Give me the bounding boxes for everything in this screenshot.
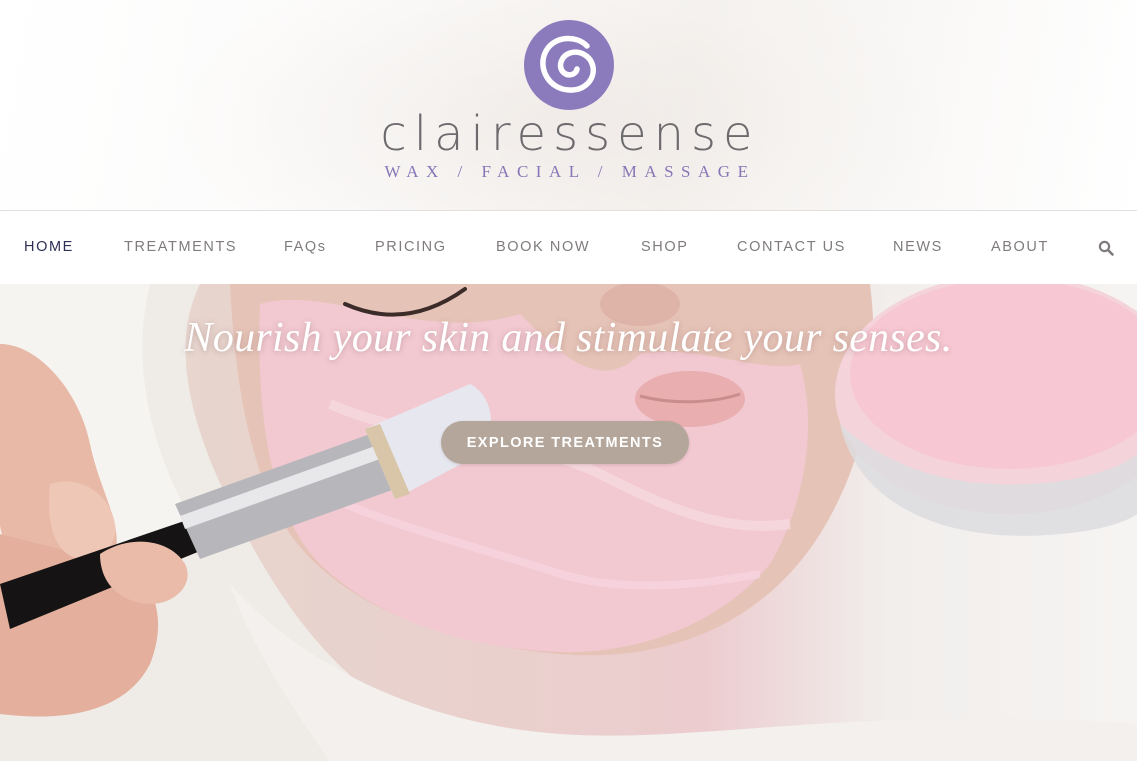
nav-item-shop[interactable]: SHOP (641, 211, 689, 284)
nav-item-book-now[interactable]: BOOK NOW (496, 211, 590, 284)
nav-item-pricing[interactable]: PRICING (375, 211, 447, 284)
nav-item-contact-us[interactable]: CONTACT US (737, 211, 846, 284)
brand-name: clairessense (380, 106, 760, 162)
brand-tagline: WAX / FACIAL / MASSAGE (384, 162, 756, 181)
nav-item-treatments[interactable]: TREATMENTS (124, 211, 237, 284)
hero-headline: Nourish your skin and stimulate your sen… (184, 315, 953, 361)
hero-banner: Nourish your skin and stimulate your sen… (0, 284, 1137, 761)
search-icon[interactable] (1098, 240, 1114, 256)
nav-item-faqs[interactable]: FAQs (284, 211, 327, 284)
nav-item-home[interactable]: HOME (24, 211, 74, 284)
brand-logo[interactable]: clairessense WAX / FACIAL / MASSAGE (0, 0, 1137, 210)
swirl-logo-icon (524, 20, 614, 110)
nav-item-about[interactable]: ABOUT (991, 211, 1049, 284)
site-header: clairessense WAX / FACIAL / MASSAGE (0, 0, 1137, 210)
nav-item-news[interactable]: NEWS (893, 211, 943, 284)
explore-treatments-button[interactable]: EXPLORE TREATMENTS (441, 421, 689, 464)
main-navigation: HOME TREATMENTS FAQs PRICING BOOK NOW SH… (0, 211, 1137, 284)
